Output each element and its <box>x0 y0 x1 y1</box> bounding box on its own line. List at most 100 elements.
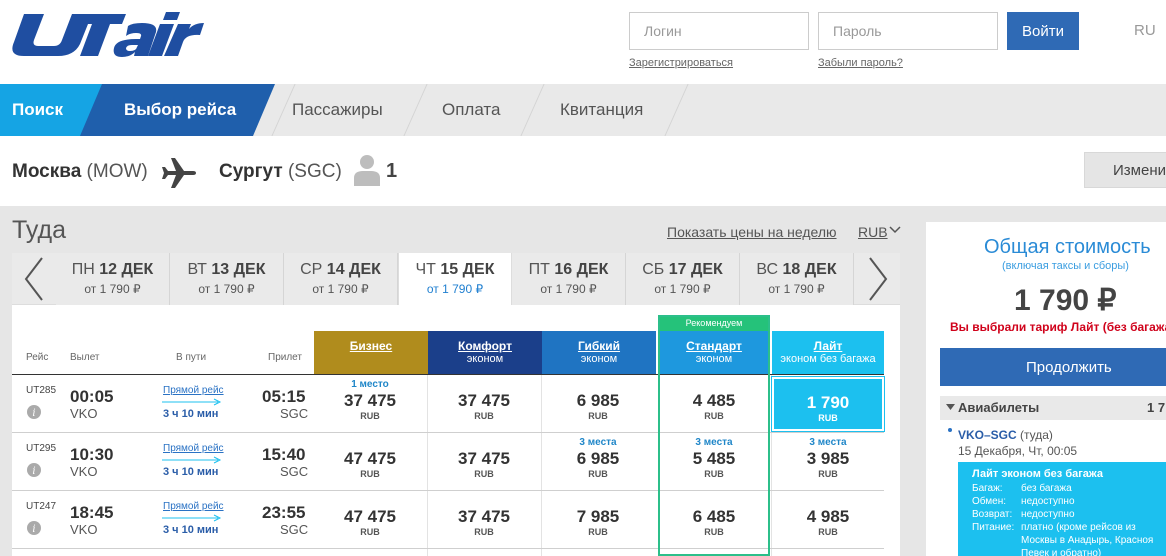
utair-logo[interactable] <box>10 6 210 60</box>
arrow-right-icon <box>162 456 222 464</box>
next-dates-icon[interactable] <box>858 254 898 304</box>
tariff-business-header[interactable]: Бизнес <box>314 331 428 375</box>
departure-airport: VKO <box>70 522 98 537</box>
step-receipt: Квитанция <box>560 100 644 119</box>
password-input[interactable] <box>818 12 998 50</box>
column-departure: Вылет <box>70 352 100 363</box>
price-flex[interactable]: 6 985 RUB <box>542 377 654 431</box>
flight-duration: 3 ч 10 мин <box>163 466 219 478</box>
direct-flight-link[interactable]: Прямой рейс <box>163 501 224 512</box>
date-tab[interactable]: СР 14 ДЕК от 1 790 ₽ <box>284 253 398 305</box>
svg-text:i: i <box>32 408 35 419</box>
step-divider <box>664 84 689 136</box>
change-search-button[interactable]: Измени <box>1084 152 1166 188</box>
tariff-comfort-header[interactable]: Комфорт эконом <box>428 331 542 375</box>
arrival-airport: SGC <box>280 464 309 479</box>
price-standard[interactable]: 6 485 RUB <box>658 493 770 547</box>
forgot-password-link[interactable]: Забыли пароль? <box>818 57 903 69</box>
triangle-down-icon[interactable] <box>946 403 955 411</box>
svg-text:i: i <box>32 466 35 477</box>
column-flight: Рейс <box>26 352 49 363</box>
flight-duration: 3 ч 10 мин <box>163 408 219 420</box>
booking-steps: Поиск Выбор рейса Пассажиры Оплата Квита… <box>0 84 1166 136</box>
price-business[interactable]: 47 475 RUB <box>314 435 426 489</box>
price-comfort[interactable]: 37 475 RUB <box>428 435 540 489</box>
arrival-time: 05:15 <box>262 387 306 406</box>
header: Войти RU Зарегистрироваться Забыли парол… <box>0 0 1166 84</box>
leg-date: 15 Декабря, Чт, 00:05 <box>958 444 1078 458</box>
price-light[interactable]: 4 985 RUB <box>772 493 884 547</box>
week-prices-link[interactable]: Показать цены на неделю <box>667 224 837 240</box>
departure-time: 10:30 <box>70 445 114 464</box>
flight-number: UT285 <box>26 385 57 396</box>
plane-icon <box>162 158 196 188</box>
price-comfort[interactable]: 37 475 RUB <box>428 493 540 547</box>
tickets-amount: 1 7 <box>1147 400 1166 415</box>
price-standard[interactable]: 4 485 RUB <box>658 377 770 431</box>
price-standard[interactable]: 3 места 5 485 RUB <box>658 435 770 489</box>
arrow-right-icon <box>162 514 222 522</box>
step-divider <box>403 84 428 136</box>
step-choose-flight: Выбор рейса <box>80 84 275 136</box>
info-icon[interactable]: i <box>27 463 41 477</box>
date-tab[interactable]: ВТ 13 ДЕК от 1 790 ₽ <box>170 253 284 305</box>
arrival-airport: SGC <box>280 522 309 537</box>
total-price: 1 790 ₽ <box>1014 284 1117 317</box>
price-summary-panel: Общая стоимость (включая таксы и сборы) … <box>926 222 1166 556</box>
tariff-details: Лайт эконом без багажа Багаж: без багажа … <box>958 462 1166 556</box>
arrow-right-icon <box>162 398 222 406</box>
arrival-time: 23:55 <box>262 503 306 522</box>
step-divider <box>520 84 545 136</box>
price-light-selected[interactable]: 1 790 RUB <box>771 376 885 432</box>
continue-button[interactable]: Продолжить <box>940 348 1166 386</box>
departure-time: 00:05 <box>70 387 114 406</box>
tariff-light-header[interactable]: Лайт эконом без багажа <box>772 331 884 375</box>
info-icon[interactable]: i <box>27 405 41 419</box>
price-business[interactable]: 47 475 RUB <box>314 493 426 547</box>
prev-dates-icon[interactable] <box>14 254 54 304</box>
language-switch[interactable]: RU <box>1134 22 1156 39</box>
tickets-section-toggle[interactable]: Авиабилеты <box>940 396 1166 420</box>
departure-time: 18:45 <box>70 503 114 522</box>
bullet-icon <box>948 428 952 432</box>
flight-number: UT295 <box>26 443 57 454</box>
tariff-standard-header[interactable]: Стандарт эконом <box>658 331 770 375</box>
currency-select[interactable]: RUB <box>858 224 888 240</box>
price-flex[interactable]: 7 985 RUB <box>542 493 654 547</box>
date-tab[interactable]: СБ 17 ДЕК от 1 790 ₽ <box>626 253 740 305</box>
login-button[interactable]: Войти <box>1007 12 1079 50</box>
date-tab[interactable]: ВС 18 ДЕК от 1 790 ₽ <box>740 253 854 305</box>
passenger-count: 1 <box>386 160 398 182</box>
svg-text:i: i <box>32 524 35 535</box>
direction-title: Туда <box>12 216 67 244</box>
total-subtitle: (включая таксы и сборы) <box>1002 260 1129 272</box>
info-icon[interactable]: i <box>27 521 41 535</box>
register-link[interactable]: Зарегистрироваться <box>629 57 733 69</box>
date-tab[interactable]: ПН 12 ДЕК от 1 790 ₽ <box>56 253 170 305</box>
departure-airport: VKO <box>70 464 98 479</box>
selected-tariff-note: Вы выбрали тариф Лайт (без багажа) <box>950 320 1166 334</box>
flight-number: UT247 <box>26 501 57 512</box>
flights-table: Рейс Вылет В пути Прилет Рекомендуем Биз… <box>12 305 900 556</box>
tariff-flex-header[interactable]: Гибкий эконом <box>542 331 656 375</box>
price-business[interactable]: 1 место 37 475 RUB <box>314 377 426 431</box>
price-flex[interactable]: 3 места 6 985 RUB <box>542 435 654 489</box>
arrival-time: 15:40 <box>262 445 306 464</box>
column-duration: В пути <box>176 352 207 363</box>
price-light[interactable]: 3 места 3 985 RUB <box>772 435 884 489</box>
step-passengers: Пассажиры <box>292 100 383 119</box>
direct-flight-link[interactable]: Прямой рейс <box>163 385 224 396</box>
column-arrival: Прилет <box>268 352 302 363</box>
direct-flight-link[interactable]: Прямой рейс <box>163 443 224 454</box>
login-input[interactable] <box>629 12 809 50</box>
chevron-down-icon[interactable] <box>889 225 901 235</box>
date-tab[interactable]: ПТ 16 ДЕК от 1 790 ₽ <box>512 253 626 305</box>
recommended-badge: Рекомендуем <box>658 315 770 331</box>
flight-duration: 3 ч 10 мин <box>163 524 219 536</box>
date-tab-selected[interactable]: ЧТ 15 ДЕК от 1 790 ₽ <box>398 253 512 305</box>
arrival-airport: SGC <box>280 406 309 421</box>
destination: Сургут (SGC) <box>219 161 342 182</box>
departure-airport: VKO <box>70 406 98 421</box>
route-summary: Москва (MOW) Сургут (SGC) 1 Измени <box>0 136 1166 206</box>
price-comfort[interactable]: 37 475 RUB <box>428 377 540 431</box>
